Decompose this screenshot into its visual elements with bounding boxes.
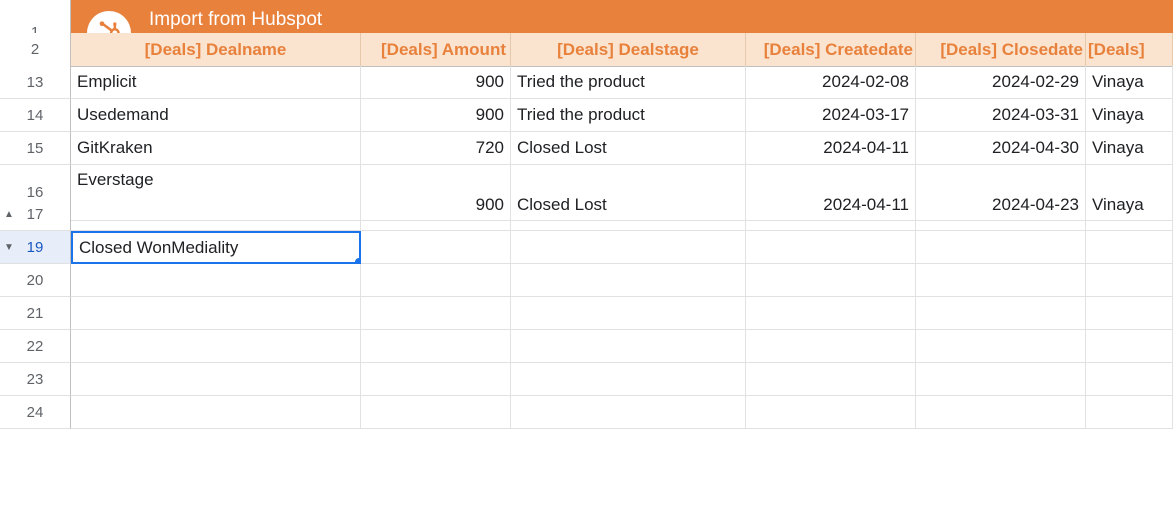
cell[interactable]: [361, 330, 511, 363]
spreadsheet[interactable]: 1 Import from Hubspot Last refreshed 39 …: [0, 0, 1173, 429]
cell-createdate[interactable]: 2024-03-17: [746, 99, 916, 132]
cell[interactable]: [916, 330, 1086, 363]
row-header[interactable]: 14: [0, 99, 71, 132]
cell[interactable]: [746, 198, 916, 231]
group-collapse-up-icon[interactable]: [4, 209, 14, 220]
cell-owner[interactable]: Vinaya: [1086, 66, 1173, 99]
cell[interactable]: [1086, 330, 1173, 363]
cell[interactable]: [746, 297, 916, 330]
cell-createdate[interactable]: 2024-02-08: [746, 66, 916, 99]
cell[interactable]: [746, 396, 916, 429]
col-header-extra[interactable]: [Deals]: [1086, 33, 1173, 67]
row-header-selected[interactable]: 19: [0, 231, 71, 264]
cell[interactable]: [71, 264, 361, 297]
cell[interactable]: [361, 198, 511, 231]
cell-dealname[interactable]: GitKraken: [71, 132, 361, 165]
cell[interactable]: [511, 264, 746, 297]
cell[interactable]: [1086, 363, 1173, 396]
cell[interactable]: [1086, 297, 1173, 330]
selected-cell[interactable]: Closed WonMediality: [71, 231, 361, 264]
cell-dealname[interactable]: Usedemand: [71, 99, 361, 132]
col-header-dealname[interactable]: [Deals] Dealname: [71, 33, 361, 67]
cell-closedate[interactable]: 2024-02-29: [916, 66, 1086, 99]
cell-dealstage[interactable]: Closed Lost: [511, 132, 746, 165]
col-header-createdate[interactable]: [Deals] Createdate: [746, 33, 916, 67]
row-header[interactable]: 15: [0, 132, 71, 165]
col-header-closedate[interactable]: [Deals] Closedate: [916, 33, 1086, 67]
cell[interactable]: [511, 198, 746, 231]
cell-amount[interactable]: 900: [361, 99, 511, 132]
row-header[interactable]: 24: [0, 396, 71, 429]
cell[interactable]: [511, 297, 746, 330]
cell[interactable]: [361, 231, 511, 264]
cell[interactable]: [361, 396, 511, 429]
row-header[interactable]: 21: [0, 297, 71, 330]
cell-dealname[interactable]: Emplicit: [71, 66, 361, 99]
cell[interactable]: [71, 396, 361, 429]
cell[interactable]: [361, 363, 511, 396]
cell[interactable]: [746, 231, 916, 264]
banner-title: Import from Hubspot: [149, 7, 406, 33]
cell-dealstage[interactable]: Tried the product: [511, 99, 746, 132]
row-header[interactable]: 17: [0, 198, 71, 231]
cell[interactable]: [71, 363, 361, 396]
cell[interactable]: [511, 330, 746, 363]
row-header[interactable]: 20: [0, 264, 71, 297]
cell[interactable]: [746, 330, 916, 363]
cell[interactable]: [511, 231, 746, 264]
row-header[interactable]: 23: [0, 363, 71, 396]
cell[interactable]: [916, 297, 1086, 330]
cell[interactable]: [916, 396, 1086, 429]
cell[interactable]: [1086, 264, 1173, 297]
row-header-2[interactable]: 2: [0, 33, 71, 67]
cell[interactable]: [916, 198, 1086, 231]
cell-createdate[interactable]: 2024-04-11: [746, 132, 916, 165]
cell-amount[interactable]: 900: [361, 66, 511, 99]
cell[interactable]: [511, 396, 746, 429]
cell[interactable]: [71, 330, 361, 363]
cell[interactable]: [746, 264, 916, 297]
row-header[interactable]: 22: [0, 330, 71, 363]
cell[interactable]: [1086, 198, 1173, 231]
col-header-dealstage[interactable]: [Deals] Dealstage: [511, 33, 746, 67]
cell[interactable]: [916, 231, 1086, 264]
row-header[interactable]: 13: [0, 66, 71, 99]
cell[interactable]: [361, 297, 511, 330]
cell-closedate[interactable]: 2024-04-30: [916, 132, 1086, 165]
col-header-amount[interactable]: [Deals] Amount: [361, 33, 511, 67]
cell[interactable]: [71, 297, 361, 330]
group-expand-down-icon[interactable]: [4, 242, 14, 253]
cell-owner[interactable]: Vinaya: [1086, 132, 1173, 165]
cell-amount[interactable]: 720: [361, 132, 511, 165]
cell-owner[interactable]: Vinaya: [1086, 99, 1173, 132]
cell[interactable]: [916, 264, 1086, 297]
cell[interactable]: [746, 363, 916, 396]
cell-dealstage[interactable]: Tried the product: [511, 66, 746, 99]
cell-closedate[interactable]: 2024-03-31: [916, 99, 1086, 132]
cell[interactable]: [361, 264, 511, 297]
cell[interactable]: [71, 198, 361, 231]
cell[interactable]: [511, 363, 746, 396]
cell[interactable]: [1086, 231, 1173, 264]
cell[interactable]: [916, 363, 1086, 396]
cell[interactable]: [1086, 396, 1173, 429]
